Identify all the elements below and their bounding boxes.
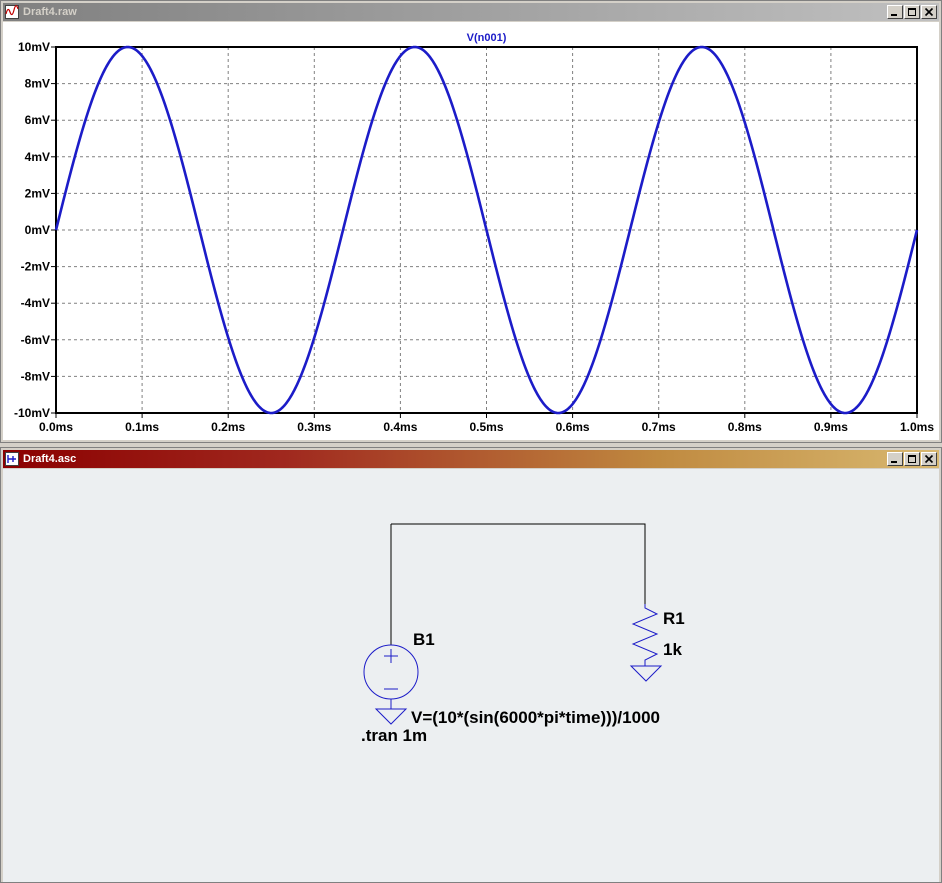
resistor-value-label[interactable]: 1k [663,640,682,659]
y-tick-label: 10mV [18,40,50,54]
resistor-r1[interactable] [631,604,659,666]
restore-icon [908,8,916,16]
minimize-button[interactable] [887,5,903,19]
source-name-label[interactable]: B1 [413,630,435,649]
y-tick-label: 0mV [25,223,50,237]
waveform-window-title: Draft4.raw [23,6,77,18]
x-tick-label: 0.2ms [211,420,245,434]
schematic-window-title: Draft4.asc [23,453,77,465]
x-tick-label: 0.7ms [642,420,676,434]
x-tick-label: 0.8ms [728,420,762,434]
minimize-button[interactable] [887,452,903,466]
ground-icon [374,708,408,725]
plus-icon [384,649,398,663]
schematic-canvas[interactable]: B1 V=(10*(sin(6000*pi*time)))/1000 R1 1k… [3,469,939,882]
restore-button[interactable] [904,5,920,19]
waveform-chart[interactable]: 0.0ms 0.1ms 0.2ms 0.3ms 0.4ms 0.5ms 0.6ms 0.7ms… [3,22,939,440]
source-value-label[interactable]: V=(10*(sin(6000*pi*time)))/1000 [411,708,660,727]
restore-icon [908,455,916,463]
schematic-window-titlebar[interactable]: Draft4.asc [3,450,939,468]
x-tick-label: 0.9ms [814,420,848,434]
wire-top[interactable] [391,523,646,604]
x-tick-label: 1.0ms [900,420,934,434]
y-tick-label: 4mV [25,150,50,164]
close-button[interactable] [921,5,937,19]
x-tick-label: 0.1ms [125,420,159,434]
trace-label[interactable]: V(n001) [467,32,507,44]
close-button[interactable] [921,452,937,466]
restore-button[interactable] [904,452,920,466]
y-tick-label: 8mV [25,77,50,91]
schematic-icon [5,452,19,466]
x-tick-label: 0.5ms [469,420,503,434]
y-tick-label: -10mV [14,406,50,420]
ground-icon [629,665,663,682]
y-tick-label: -6mV [21,333,50,347]
y-tick-label: -2mV [21,260,50,274]
y-tick-label: 6mV [25,113,50,127]
close-icon [924,454,934,464]
spice-directive-label[interactable]: .tran 1m [361,726,427,745]
x-tick-label: 0.3ms [297,420,331,434]
x-tick-label: 0.6ms [556,420,590,434]
minimize-icon [891,14,897,16]
schematic-window[interactable]: Draft4.asc B1 V=(10*(sin(6000*pi*time)))… [0,447,942,883]
x-tick-label: 0.4ms [383,420,417,434]
waveform-window-titlebar[interactable]: Draft4.raw [3,3,939,21]
resistor-name-label[interactable]: R1 [663,609,685,628]
voltage-source-b1[interactable] [363,644,419,709]
close-icon [924,7,934,17]
waveform-icon [5,5,19,19]
minimize-icon [891,461,897,463]
schematic-drawing[interactable]: B1 V=(10*(sin(6000*pi*time)))/1000 R1 1k… [3,469,939,882]
y-tick-label: -8mV [21,369,50,383]
waveform-window[interactable]: Draft4.raw 0.0ms 0.1ms 0.2ms 0.3ms 0.4ms 0.5m… [0,0,942,443]
y-tick-label: 2mV [25,186,50,200]
y-tick-label: -4mV [21,296,50,310]
plot-area[interactable]: 0.0ms 0.1ms 0.2ms 0.3ms 0.4ms 0.5ms 0.6ms 0.7ms… [3,22,939,440]
x-tick-label: 0.0ms [39,420,73,434]
